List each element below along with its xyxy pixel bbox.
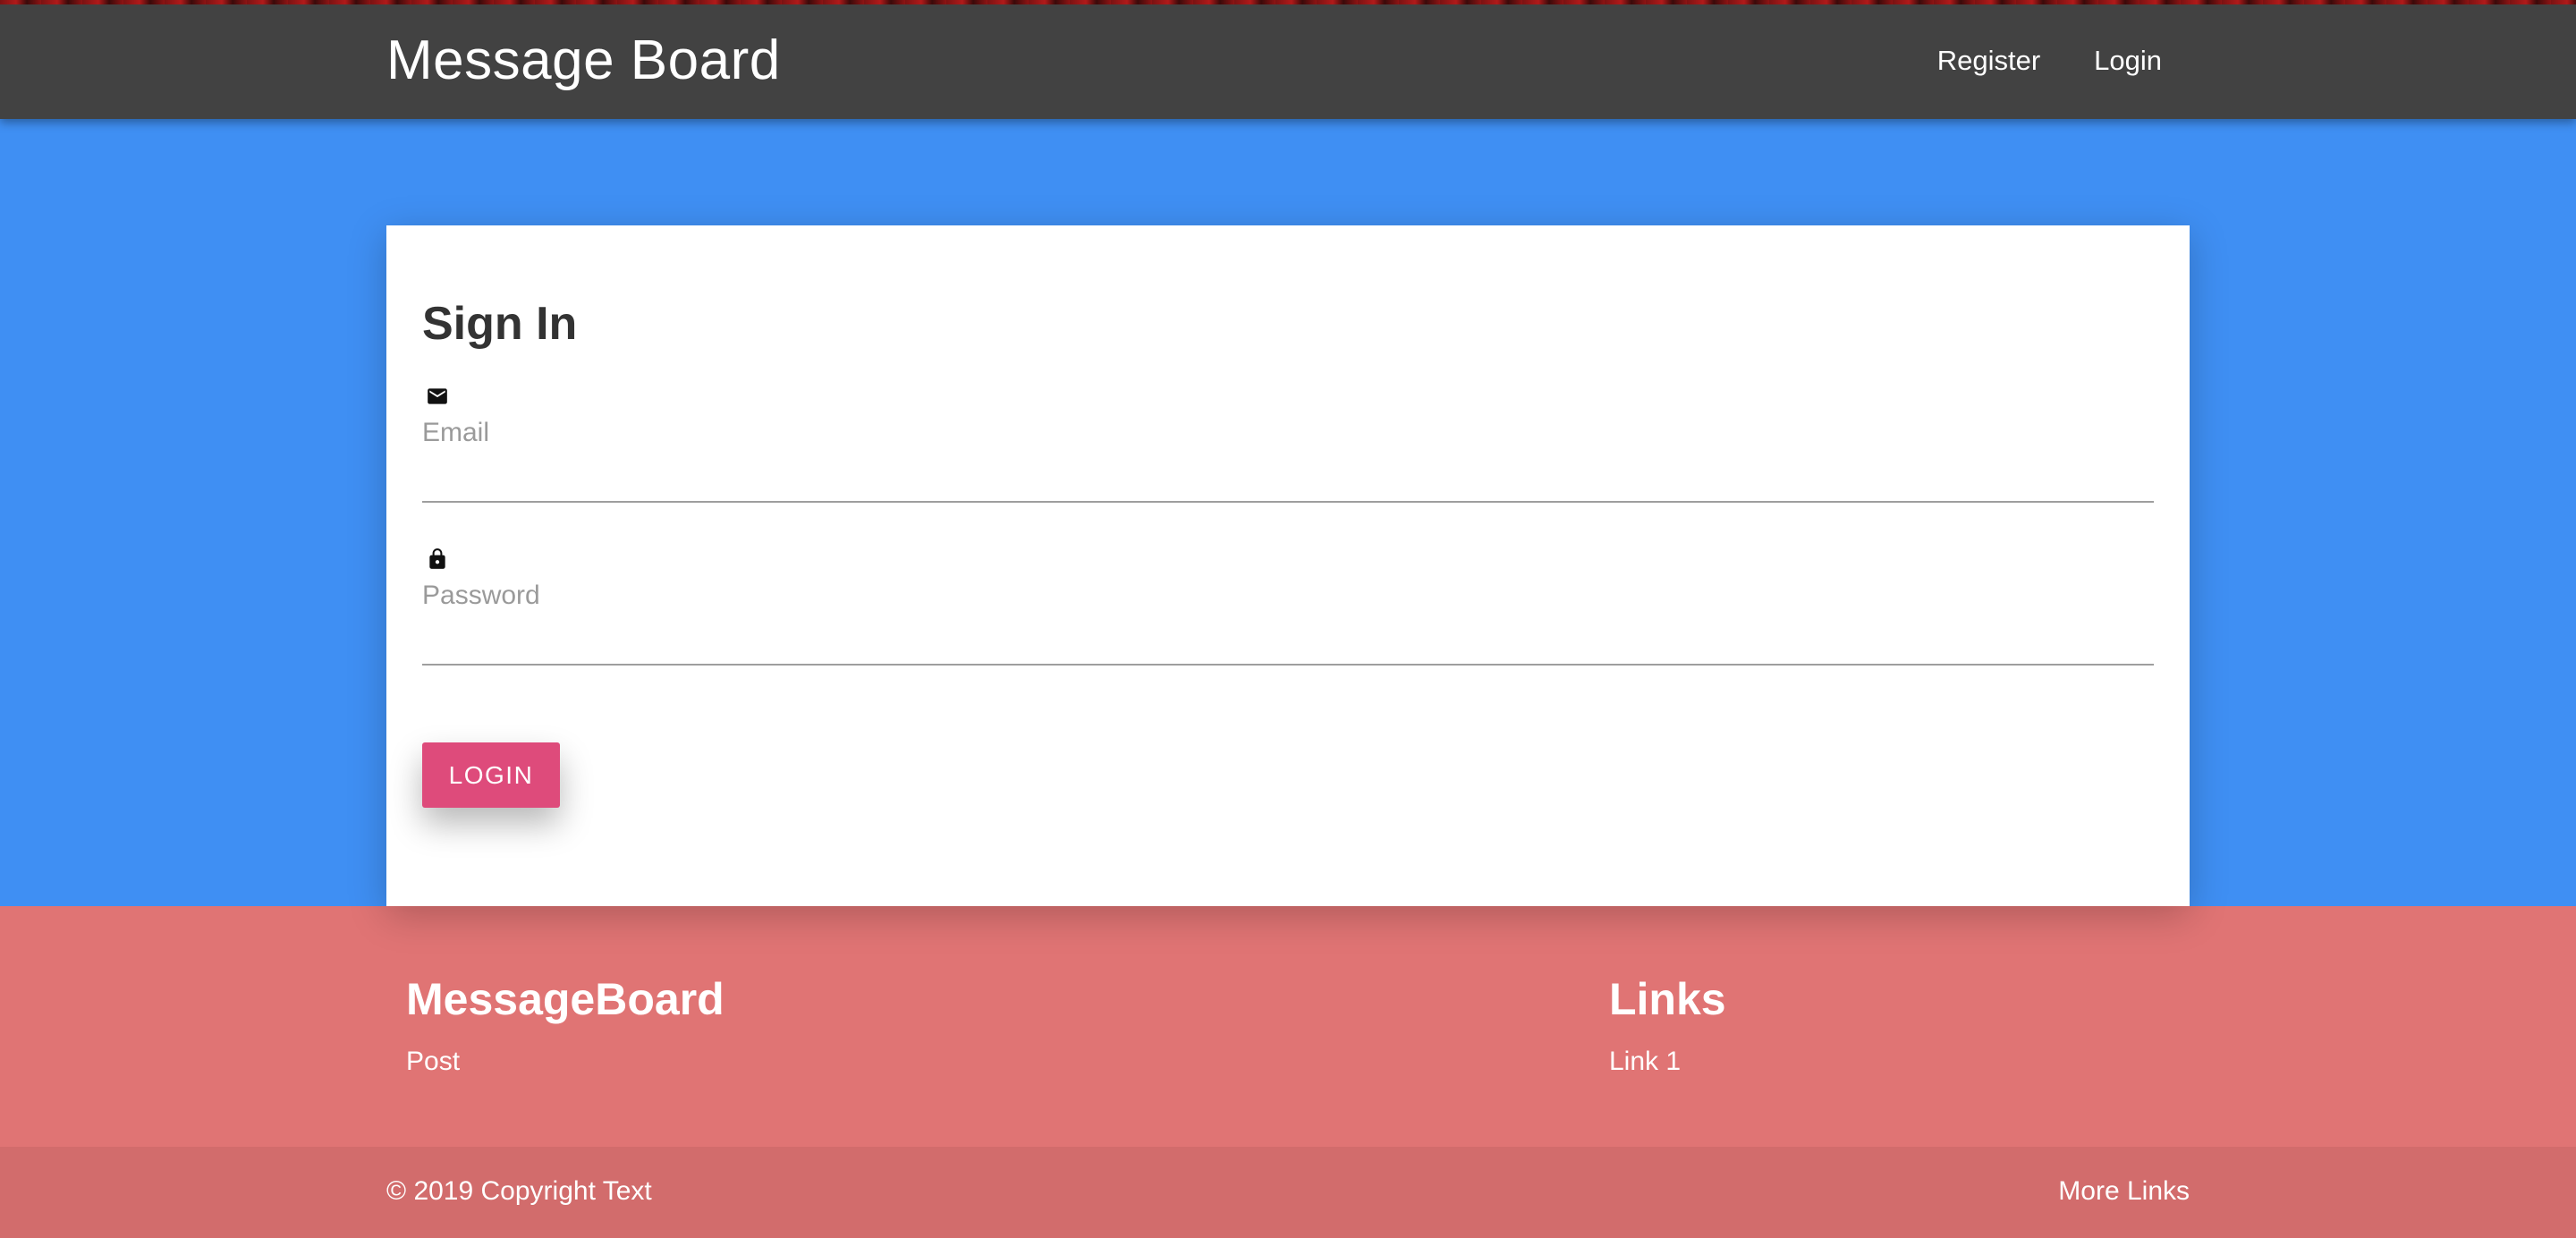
sign-in-card: Sign In Email Password LOGIN xyxy=(386,225,2190,906)
lock-icon xyxy=(426,547,449,571)
card-title: Sign In xyxy=(422,298,578,350)
footer-post-link[interactable]: Post xyxy=(406,1046,460,1078)
top-decorative-strip xyxy=(0,0,2576,4)
copyright-text: © 2019 Copyright Text xyxy=(386,1176,652,1206)
footer: MessageBoard Post Links Link 1 xyxy=(0,906,2576,1147)
nav-links: Register Login xyxy=(1937,45,2162,77)
email-icon xyxy=(426,385,449,408)
footer-bottom-bar: © 2019 Copyright Text More Links xyxy=(0,1147,2576,1238)
nav-register-link[interactable]: Register xyxy=(1937,45,2040,77)
password-input[interactable] xyxy=(422,612,2154,666)
login-button[interactable]: LOGIN xyxy=(422,742,560,808)
more-links-link[interactable]: More Links xyxy=(2058,1175,2190,1208)
top-navbar: Message Board Register Login xyxy=(0,0,2576,119)
email-label: Email xyxy=(422,418,490,447)
footer-brand-title: MessageBoard xyxy=(406,974,724,1024)
footer-links-title: Links xyxy=(1609,974,1726,1024)
email-input[interactable] xyxy=(422,449,2154,503)
footer-link-1[interactable]: Link 1 xyxy=(1609,1046,1681,1078)
brand-title[interactable]: Message Board xyxy=(386,32,781,89)
password-label: Password xyxy=(422,581,540,610)
nav-login-link[interactable]: Login xyxy=(2094,45,2162,77)
